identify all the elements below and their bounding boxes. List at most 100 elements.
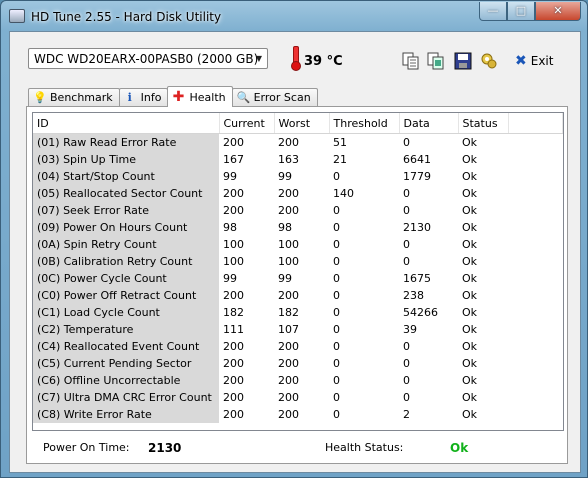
copy-screenshot-icon[interactable] xyxy=(427,52,445,70)
table-cell: 0 xyxy=(403,187,410,200)
table-cell: 0 xyxy=(333,323,340,336)
table-cell: 100 xyxy=(278,255,299,268)
app-window: HD Tune 2.55 - Hard Disk Utility — □ ✕ W… xyxy=(0,0,588,478)
table-cell: (C2) Temperature xyxy=(33,321,219,338)
table-cell: 0 xyxy=(403,391,410,404)
table-cell: Ok xyxy=(462,255,478,268)
tab-info[interactable]: i Info xyxy=(118,88,169,106)
table-cell: 0 xyxy=(333,204,340,217)
table-row[interactable]: (C0) Power Off Retract Count 200 200 0 238 Ok xyxy=(33,287,563,304)
table-cell: (C4) Reallocated Event Count xyxy=(33,338,219,355)
column-header[interactable]: ID xyxy=(33,113,220,134)
table-cell: 100 xyxy=(223,255,244,268)
table-row[interactable]: (C5) Current Pending Sector 200 200 0 0 Ok xyxy=(33,355,563,372)
table-cell: (01) Raw Read Error Rate xyxy=(33,133,219,151)
table-cell-filler xyxy=(508,270,563,287)
lightbulb-icon: 💡 xyxy=(33,90,47,104)
table-cell: Ok xyxy=(462,238,478,251)
table-cell: (0A) Spin Retry Count xyxy=(33,236,219,253)
table-row[interactable]: (09) Power On Hours Count 98 98 0 2130 Ok xyxy=(33,219,563,236)
table-row[interactable]: (C1) Load Cycle Count 182 182 0 54266 Ok xyxy=(33,304,563,321)
table-cell: 0 xyxy=(333,391,340,404)
options-icon[interactable] xyxy=(480,52,498,70)
column-header[interactable]: Threshold xyxy=(329,113,400,134)
table-cell: 200 xyxy=(223,391,244,404)
table-cell: Ok xyxy=(462,221,478,234)
close-icon: ✖ xyxy=(515,53,527,69)
table-row[interactable]: (0C) Power Cycle Count 99 99 0 1675 Ok xyxy=(33,270,563,287)
table-cell: 200 xyxy=(223,187,244,200)
table-cell: (C5) Current Pending Sector xyxy=(33,355,219,372)
health-status-label: Health Status: xyxy=(325,441,404,454)
column-header[interactable]: Data xyxy=(399,113,459,134)
maximize-button[interactable]: □ xyxy=(507,2,535,21)
table-cell-filler xyxy=(508,134,563,152)
table-cell-filler xyxy=(508,372,563,389)
table-cell: 2 xyxy=(403,408,410,421)
table-cell: 200 xyxy=(278,187,299,200)
table-cell-filler xyxy=(508,287,563,304)
table-cell: Ok xyxy=(462,204,478,217)
table-cell-filler xyxy=(508,236,563,253)
table-row[interactable]: (C2) Temperature 111 107 0 39 Ok xyxy=(33,321,563,338)
copy-info-icon[interactable] xyxy=(402,52,420,70)
table-cell: 0 xyxy=(333,221,340,234)
table-row[interactable]: (0B) Calibration Retry Count 100 100 0 0 Ok xyxy=(33,253,563,270)
close-button[interactable]: ✕ xyxy=(535,2,581,21)
table-cell: (09) Power On Hours Count xyxy=(33,219,219,236)
table-row[interactable]: (C6) Offline Uncorrectable 200 200 0 0 Ok xyxy=(33,372,563,389)
toolbar: WDC WD20EARX-00PASB0 (2000 GB) ▼ 39 °C ✖ xyxy=(10,32,580,86)
column-header[interactable]: Current xyxy=(219,113,275,134)
table-row[interactable]: (04) Start/Stop Count 99 99 0 1779 Ok xyxy=(33,168,563,185)
table-row[interactable]: (07) Seek Error Rate 200 200 0 0 Ok xyxy=(33,202,563,219)
table-cell: 0 xyxy=(333,272,340,285)
exit-button[interactable]: ✖ Exit xyxy=(515,52,553,70)
tab-health[interactable]: ✚ Health xyxy=(167,86,233,107)
table-cell: 2130 xyxy=(403,221,431,234)
title-bar[interactable]: HD Tune 2.55 - Hard Disk Utility — □ ✕ xyxy=(1,1,587,31)
table-cell: 0 xyxy=(333,357,340,370)
table-cell: 167 xyxy=(223,153,244,166)
table-cell: 0 xyxy=(333,374,340,387)
table-cell: 0 xyxy=(403,204,410,217)
table-row[interactable]: (C7) Ultra DMA CRC Error Count 200 200 0 0 Ok xyxy=(33,389,563,406)
tab-label: Info xyxy=(140,91,162,104)
save-icon[interactable] xyxy=(454,52,472,70)
table-row[interactable]: (05) Reallocated Sector Count 200 200 140 0 O… xyxy=(33,185,563,202)
column-header[interactable]: Status xyxy=(458,113,509,134)
table-cell: 6641 xyxy=(403,153,431,166)
table-cell-filler xyxy=(508,389,563,406)
column-header[interactable]: Worst xyxy=(274,113,330,134)
table-cell: 200 xyxy=(223,357,244,370)
table-cell-filler xyxy=(508,321,563,338)
table-cell: Ok xyxy=(462,340,478,353)
table-row[interactable]: (01) Raw Read Error Rate 200 200 51 0 Ok xyxy=(33,133,563,152)
column-header-filler xyxy=(508,113,563,134)
table-row[interactable]: (C4) Reallocated Event Count 200 200 0 0 Ok xyxy=(33,338,563,355)
table-cell: 107 xyxy=(278,323,299,336)
tab-error-scan[interactable]: 🔍 Error Scan xyxy=(231,88,318,106)
table-cell: 51 xyxy=(333,136,347,149)
table-cell: 0 xyxy=(403,136,410,149)
tab-benchmark[interactable]: 💡 Benchmark xyxy=(28,88,120,106)
table-cell: 98 xyxy=(278,221,292,234)
table-row[interactable]: (03) Spin Up Time 167 163 21 6641 Ok xyxy=(33,151,563,168)
table-row[interactable]: (0A) Spin Retry Count 100 100 0 0 Ok xyxy=(33,236,563,253)
table-cell-filler xyxy=(508,304,563,321)
table-cell: 0 xyxy=(333,289,340,302)
thermometer-icon xyxy=(291,46,301,71)
table-cell: Ok xyxy=(462,391,478,404)
chevron-down-icon[interactable]: ▼ xyxy=(251,49,267,68)
minimize-button[interactable]: — xyxy=(479,2,507,21)
drive-select[interactable]: WDC WD20EARX-00PASB0 (2000 GB) ▼ xyxy=(28,48,268,69)
table-cell: (C1) Load Cycle Count xyxy=(33,304,219,321)
info-icon: i xyxy=(127,90,132,104)
exit-label: Exit xyxy=(530,54,554,68)
table-cell: 200 xyxy=(278,374,299,387)
table-cell: 54266 xyxy=(403,306,438,319)
table-cell: Ok xyxy=(462,357,478,370)
smart-table[interactable]: ID Current Worst Threshold Data Status (01) R… xyxy=(32,112,564,431)
table-row[interactable]: (C8) Write Error Rate 200 200 0 2 Ok xyxy=(33,406,563,423)
table-cell: Ok xyxy=(462,170,478,183)
table-cell: (C7) Ultra DMA CRC Error Count xyxy=(33,389,219,406)
